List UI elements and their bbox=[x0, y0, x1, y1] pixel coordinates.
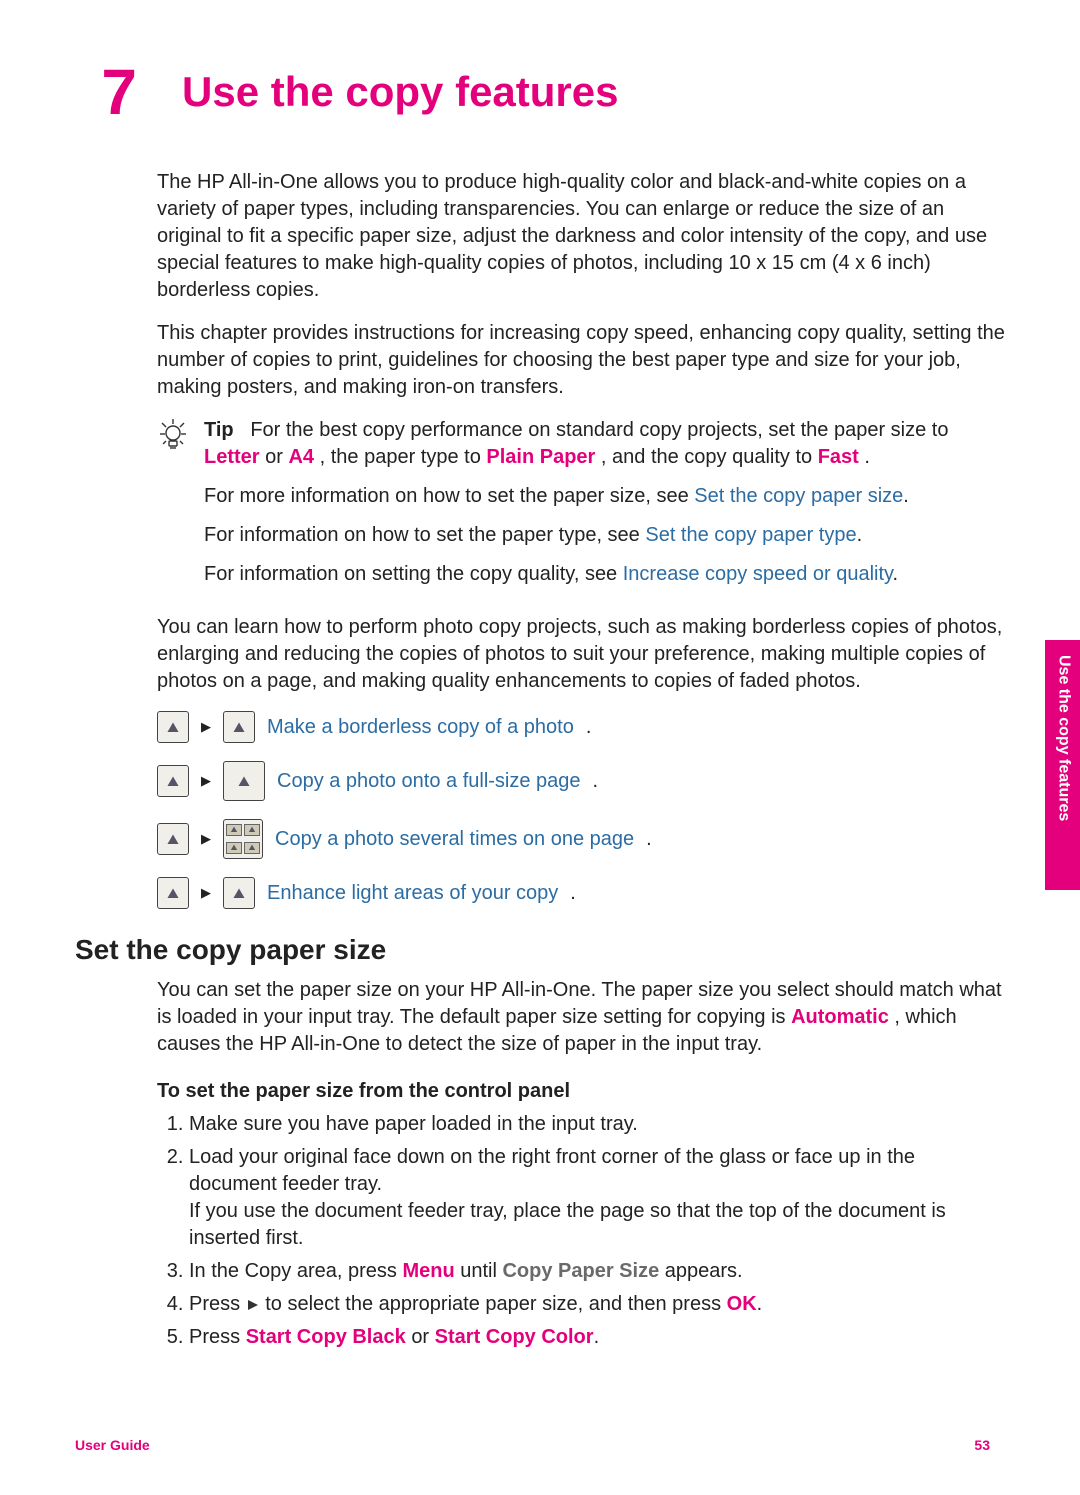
link-fullsize-copy[interactable]: Copy a photo onto a full-size page bbox=[277, 768, 581, 795]
tip-line-3: For information on how to set the paper … bbox=[204, 522, 1005, 549]
photo-thumb-icon: ⛰ bbox=[223, 711, 255, 743]
section-tab: Use the copy features bbox=[1045, 640, 1080, 890]
learn-paragraph: You can learn how to perform photo copy … bbox=[157, 614, 1005, 695]
photo-thumb-icon: ⛰ bbox=[157, 823, 189, 855]
steps-title: To set the paper size from the control p… bbox=[157, 1078, 1005, 1105]
photo-thumb-icon: ⛰ bbox=[223, 761, 265, 801]
page-body: 7 Use the copy features The HP All-in-On… bbox=[75, 60, 1005, 1435]
photo-thumb-icon: ⛰ bbox=[157, 765, 189, 797]
photo-projects-list: ⛰ ▶ ⛰ Make a borderless copy of a photo.… bbox=[157, 711, 1005, 909]
right-arrow-icon bbox=[246, 1291, 260, 1318]
tip-line-2: For more information on how to set the p… bbox=[204, 483, 1005, 510]
list-item: ⛰ ▶ ⛰ Copy a photo onto a full-size page… bbox=[157, 761, 1005, 801]
chapter-number: 7 bbox=[95, 60, 137, 124]
link-set-paper-size[interactable]: Set the copy paper size bbox=[694, 485, 903, 507]
page-footer: User Guide 53 bbox=[75, 1436, 990, 1455]
step-3: In the Copy area, press Menu until Copy … bbox=[189, 1258, 1005, 1285]
page-number: 53 bbox=[974, 1436, 990, 1455]
list-item: ⛰ ▶ ⛰⛰⛰⛰ Copy a photo several times on o… bbox=[157, 819, 1005, 859]
link-set-paper-type[interactable]: Set the copy paper type bbox=[645, 524, 856, 546]
link-borderless-copy[interactable]: Make a borderless copy of a photo bbox=[267, 714, 574, 741]
tip-line-1: Tip For the best copy performance on sta… bbox=[204, 417, 1005, 471]
chapter-title: Use the copy features bbox=[182, 64, 619, 121]
section-tab-text: Use the copy features bbox=[1053, 655, 1075, 821]
tip-line-4: For information on setting the copy qual… bbox=[204, 561, 1005, 588]
lightbulb-icon bbox=[157, 417, 189, 457]
arrow-icon: ▶ bbox=[201, 718, 211, 736]
photo-thumb-icon: ⛰ bbox=[157, 877, 189, 909]
link-enhance-copy[interactable]: Enhance light areas of your copy bbox=[267, 880, 558, 907]
link-multi-copy[interactable]: Copy a photo several times on one page bbox=[275, 826, 634, 853]
arrow-icon: ▶ bbox=[201, 884, 211, 902]
footer-left: User Guide bbox=[75, 1436, 150, 1455]
step-4: Press to select the appropriate paper si… bbox=[189, 1291, 1005, 1318]
section-heading: Set the copy paper size bbox=[75, 931, 1005, 969]
photo-thumb-icon: ⛰ bbox=[157, 711, 189, 743]
section-paragraph: You can set the paper size on your HP Al… bbox=[157, 977, 1005, 1058]
step-5: Press Start Copy Black or Start Copy Col… bbox=[189, 1324, 1005, 1351]
step-2: Load your original face down on the righ… bbox=[189, 1144, 1005, 1252]
steps-list: Make sure you have paper loaded in the i… bbox=[157, 1111, 1005, 1351]
chapter-header: 7 Use the copy features bbox=[95, 60, 1005, 124]
intro-paragraph-1: The HP All-in-One allows you to produce … bbox=[157, 169, 1005, 304]
photo-thumb-icon: ⛰ bbox=[223, 877, 255, 909]
intro-paragraph-2: This chapter provides instructions for i… bbox=[157, 320, 1005, 401]
list-item: ⛰ ▶ ⛰ Enhance light areas of your copy. bbox=[157, 877, 1005, 909]
arrow-icon: ▶ bbox=[201, 830, 211, 848]
tip-callout: Tip For the best copy performance on sta… bbox=[157, 417, 1005, 600]
photo-grid-icon: ⛰⛰⛰⛰ bbox=[223, 819, 263, 859]
link-increase-quality[interactable]: Increase copy speed or quality bbox=[623, 563, 893, 585]
list-item: ⛰ ▶ ⛰ Make a borderless copy of a photo. bbox=[157, 711, 1005, 743]
arrow-icon: ▶ bbox=[201, 772, 211, 790]
step-1: Make sure you have paper loaded in the i… bbox=[189, 1111, 1005, 1138]
